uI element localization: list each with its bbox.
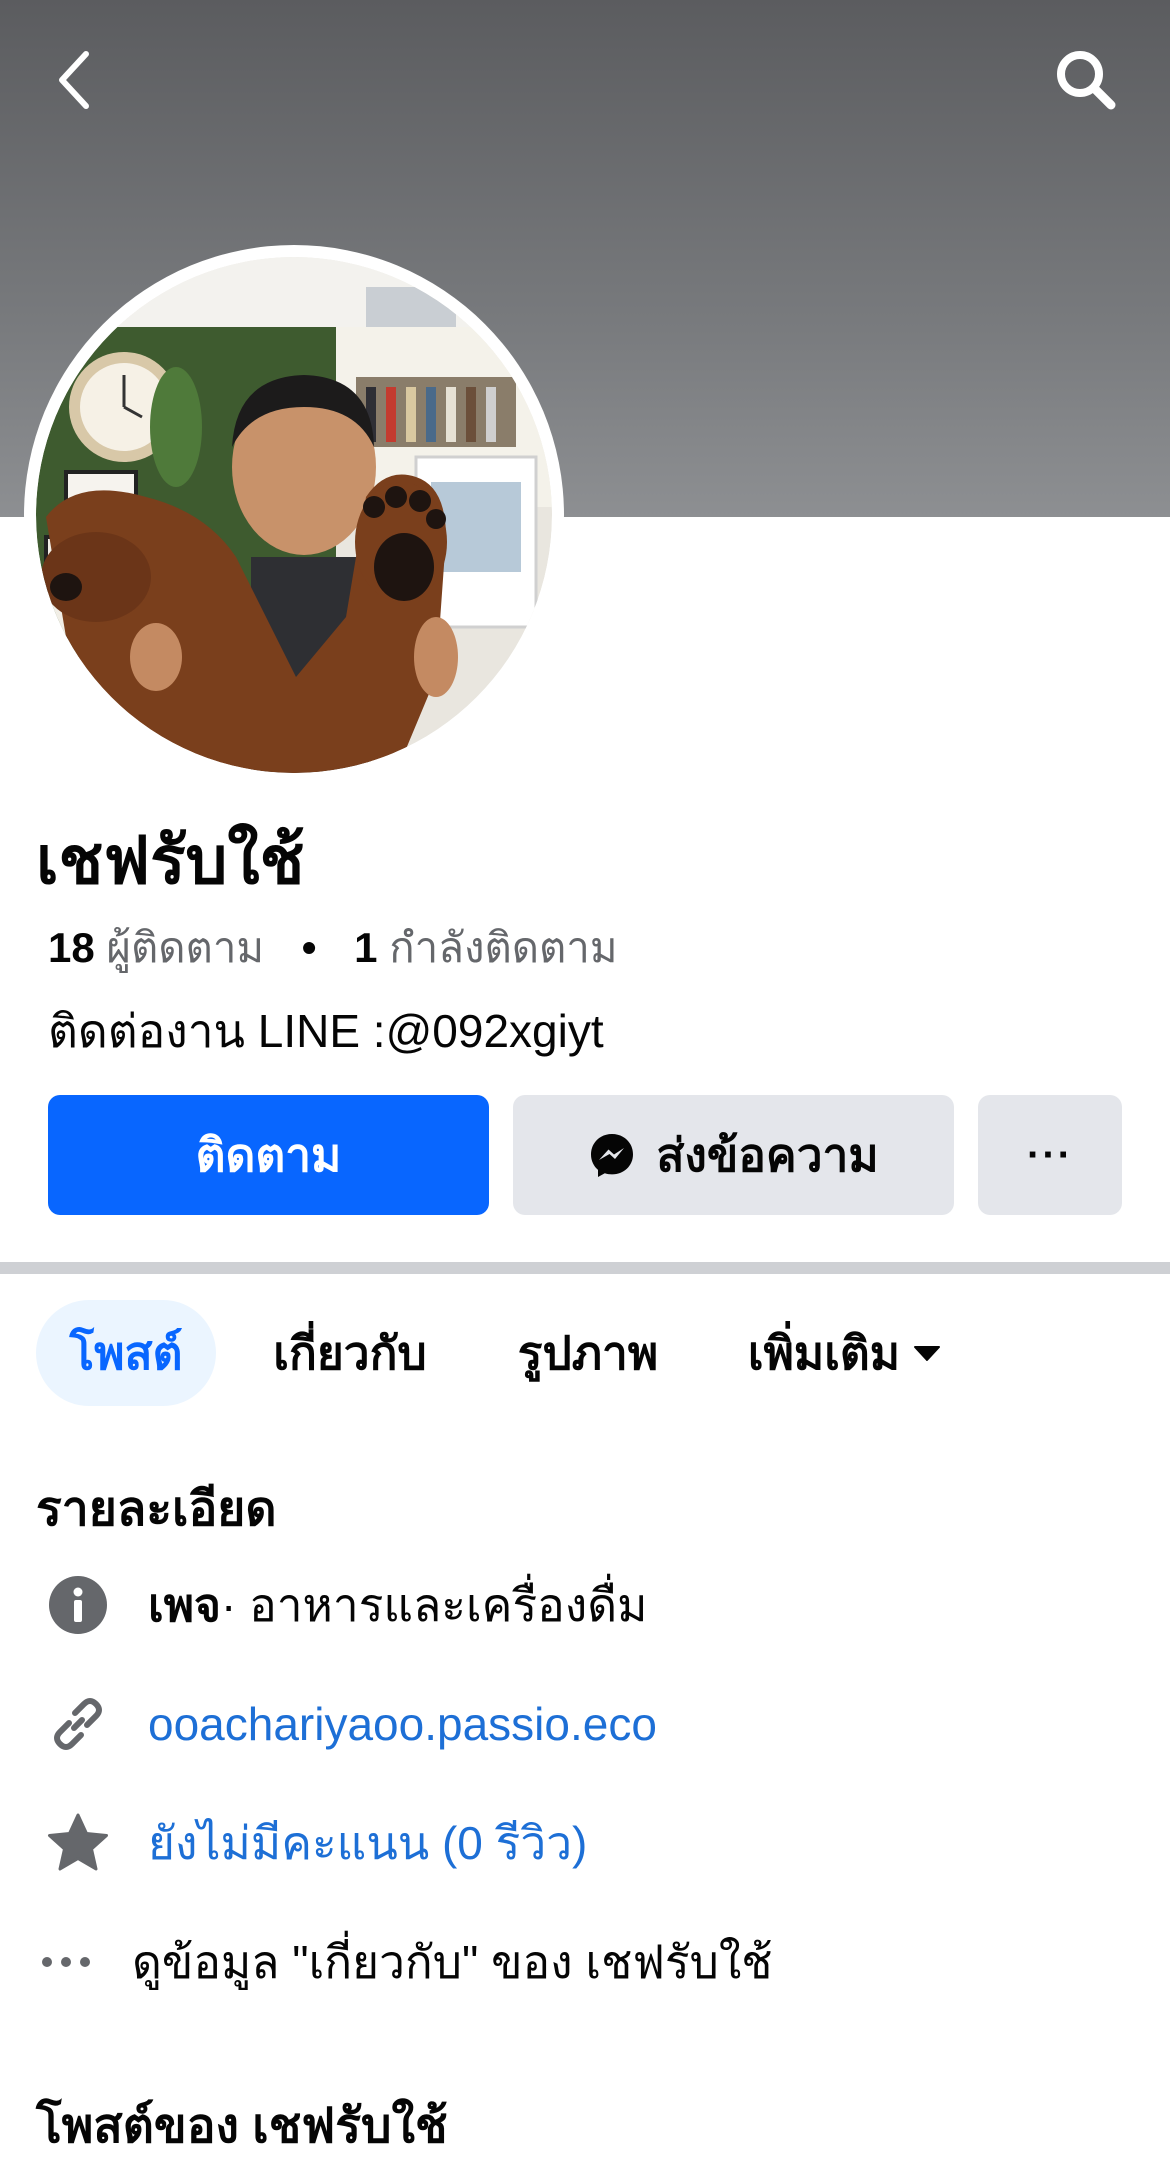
detail-see-about[interactable]: ดูข้อมูล "เกี่ยวกับ" ของ เชฟรับใช้: [36, 1922, 773, 2002]
message-button-label: ส่งข้อความ: [656, 1128, 879, 1181]
more-dots-icon: [42, 1957, 90, 1967]
followers-label[interactable]: ผู้ติดตาม: [106, 924, 264, 971]
bio-text: ติดต่องาน LINE :@092xgiyt: [48, 1005, 604, 1057]
following-label[interactable]: กำลังติดตาม: [389, 924, 617, 971]
detail-category: เพจ · อาหารและเครื่องดื่ม: [36, 1565, 647, 1645]
follow-stats: 18 ผู้ติดตาม • 1 กำลังติดตาม: [48, 918, 618, 978]
category-prefix: เพจ: [148, 1579, 221, 1631]
stats-separator: •: [301, 924, 317, 971]
detail-rating[interactable]: ยังไม่มีคะแนน (0 รีวิว): [36, 1803, 587, 1883]
chevron-left-icon: [59, 51, 89, 109]
more-icon: ···: [1027, 1132, 1073, 1177]
back-button[interactable]: [44, 40, 104, 120]
profile-photo: [36, 257, 552, 773]
detail-website[interactable]: ooachariyaoo.passio.eco: [36, 1684, 657, 1764]
tab-about[interactable]: เกี่ยวกับ: [258, 1300, 442, 1406]
star-icon: [48, 1813, 108, 1871]
tab-more-label: เพิ่มเติม: [747, 1326, 901, 1379]
details-title: รายละเอียด: [36, 1483, 277, 1536]
see-about-link[interactable]: ดูข้อมูล "เกี่ยวกับ" ของ เชฟรับใช้: [132, 1931, 773, 1993]
search-button[interactable]: [1046, 40, 1126, 120]
followers-count[interactable]: 18: [48, 924, 95, 971]
caret-down-icon: [914, 1346, 941, 1361]
page-title: เชฟรับใช้: [36, 823, 305, 897]
info-icon: [49, 1576, 107, 1634]
more-options-button[interactable]: ···: [978, 1095, 1122, 1215]
website-link[interactable]: ooachariyaoo.passio.eco: [148, 1693, 657, 1755]
tab-posts[interactable]: โพสต์: [36, 1300, 216, 1406]
messenger-icon: [591, 1134, 634, 1177]
tab-more[interactable]: เพิ่มเติม: [730, 1300, 960, 1406]
following-count[interactable]: 1: [354, 924, 377, 971]
posts-section-title: โพสต์ของ เชฟรับใช้: [36, 2100, 448, 2153]
profile-picture[interactable]: [24, 245, 564, 785]
section-divider: [0, 1262, 1170, 1274]
tab-photos[interactable]: รูปภาพ: [500, 1300, 676, 1406]
link-icon: [54, 1698, 102, 1750]
rating-link[interactable]: ยังไม่มีคะแนน (0 รีวิว): [148, 1812, 587, 1874]
search-icon: [1057, 51, 1116, 110]
category-text: · อาหารและเครื่องดื่ม: [221, 1579, 648, 1631]
message-button[interactable]: ส่งข้อความ: [513, 1095, 954, 1215]
follow-button[interactable]: ติดตาม: [48, 1095, 489, 1215]
